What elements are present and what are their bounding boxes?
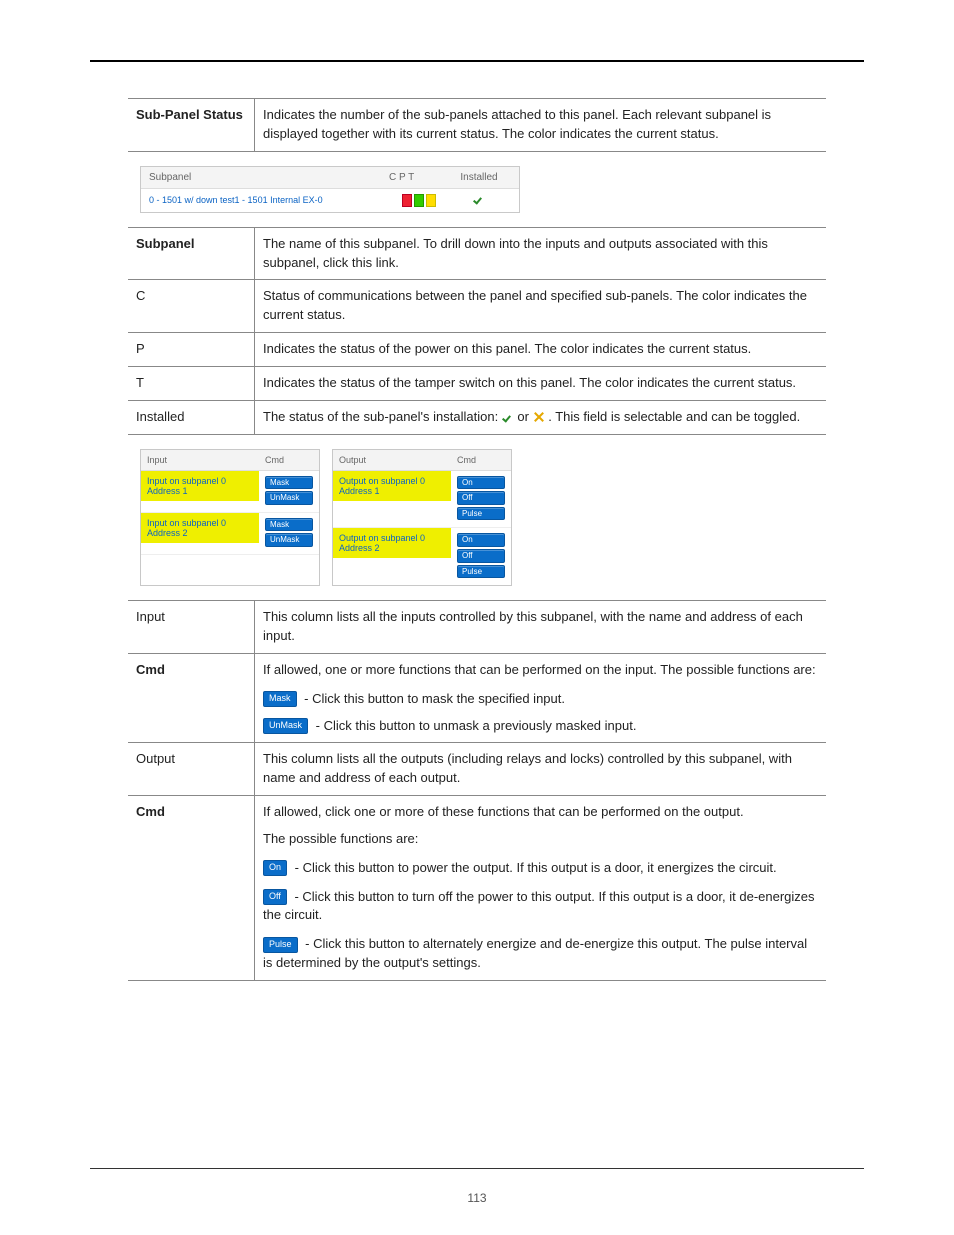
- fig1-header-installed: Installed: [449, 172, 509, 183]
- installed-desc-mid: or: [517, 409, 532, 424]
- on-button[interactable]: On: [263, 860, 287, 876]
- input-header-name: Input: [141, 450, 259, 470]
- row-p-label: P: [128, 333, 255, 367]
- row-subpanel-desc: The name of this subpanel. To drill down…: [255, 227, 827, 280]
- header-rule: [90, 60, 864, 62]
- on-button[interactable]: On: [457, 476, 505, 490]
- subpanel-status-label: Sub-Panel Status: [128, 99, 255, 152]
- subpanel-strip: Subpanel C P T Installed 0 - 1501 w/ dow…: [140, 166, 520, 213]
- row-installed-label: Installed: [128, 400, 255, 434]
- row-input-desc: This column lists all the inputs control…: [255, 601, 827, 654]
- footer-rule: [90, 1168, 864, 1169]
- output-header-cmd: Cmd: [451, 450, 511, 470]
- on-button[interactable]: On: [457, 533, 505, 547]
- cmd-out-intro: If allowed, click one or more of these f…: [263, 803, 816, 822]
- installed-check-icon[interactable]: [473, 194, 485, 204]
- output-row-2-link[interactable]: Output on subpanel 0 Address 2: [339, 533, 425, 553]
- subpanel-status-desc: Indicates the number of the sub-panels a…: [255, 99, 827, 152]
- installed-no-icon: [533, 411, 545, 423]
- installed-desc-post: . This field is selectable and can be to…: [548, 409, 800, 424]
- output-row-1-link[interactable]: Output on subpanel 0 Address 1: [339, 476, 425, 496]
- page-number: 113: [0, 1191, 954, 1205]
- pulse-button[interactable]: Pulse: [457, 507, 505, 521]
- io-figure: Input Cmd Input on subpanel 0 Address 1 …: [140, 449, 826, 587]
- installed-yes-icon: [502, 412, 514, 422]
- off-desc: - Click this button to turn off the powe…: [263, 889, 815, 923]
- off-button[interactable]: Off: [457, 549, 505, 563]
- mask-desc: - Click this button to mask the specifie…: [304, 691, 565, 706]
- output-list: Output Cmd Output on subpanel 0 Address …: [332, 449, 512, 587]
- fig1-header-cpt: C P T: [389, 172, 449, 183]
- mask-button[interactable]: Mask: [265, 476, 313, 490]
- row-cmd-out-desc: If allowed, click one or more of these f…: [255, 796, 827, 981]
- on-desc: - Click this button to power the output.…: [295, 860, 777, 875]
- row-t-desc: Indicates the status of the tamper switc…: [255, 366, 827, 400]
- cmd-in-intro: If allowed, one or more functions that c…: [263, 661, 816, 680]
- input-list: Input Cmd Input on subpanel 0 Address 1 …: [140, 449, 320, 587]
- output-header-name: Output: [333, 450, 451, 470]
- fig1-header-subpanel: Subpanel: [149, 172, 389, 183]
- row-cmd-in-label: Cmd: [128, 653, 255, 743]
- status-p-icon: [414, 194, 424, 207]
- subpanel-status-table: Sub-Panel Status Indicates the number of…: [128, 98, 826, 152]
- unmask-desc: - Click this button to unmask a previous…: [316, 718, 637, 733]
- cmd-out-intro2: The possible functions are:: [263, 830, 816, 849]
- unmask-button[interactable]: UnMask: [265, 491, 313, 505]
- row-input-label: Input: [128, 601, 255, 654]
- input-header-cmd: Cmd: [259, 450, 319, 470]
- mask-button[interactable]: Mask: [265, 518, 313, 532]
- row-t-label: T: [128, 366, 255, 400]
- mask-button[interactable]: Mask: [263, 691, 297, 707]
- row-subpanel-label: Subpanel: [128, 227, 255, 280]
- row-c-label: C: [128, 280, 255, 333]
- pulse-button[interactable]: Pulse: [263, 937, 298, 953]
- unmask-button[interactable]: UnMask: [265, 533, 313, 547]
- row-c-desc: Status of communications between the pan…: [255, 280, 827, 333]
- pulse-desc: - Click this button to alternately energ…: [263, 936, 807, 970]
- row-output-label: Output: [128, 743, 255, 796]
- row-installed-desc: The status of the sub-panel's installati…: [255, 400, 827, 434]
- io-fields-table: Input This column lists all the inputs c…: [128, 600, 826, 981]
- row-cmd-out-label: Cmd: [128, 796, 255, 981]
- row-output-desc: This column lists all the outputs (inclu…: [255, 743, 827, 796]
- off-button[interactable]: Off: [263, 889, 287, 905]
- row-cmd-in-desc: If allowed, one or more functions that c…: [255, 653, 827, 743]
- input-row-1-link[interactable]: Input on subpanel 0 Address 1: [147, 476, 226, 496]
- installed-desc-pre: The status of the sub-panel's installati…: [263, 409, 502, 424]
- status-c-icon: [402, 194, 412, 207]
- unmask-button[interactable]: UnMask: [263, 718, 308, 734]
- subpanel-link[interactable]: 0 - 1501 w/ down test1 - 1501 Internal E…: [149, 195, 323, 205]
- subpanel-fields-table: Subpanel The name of this subpanel. To d…: [128, 227, 826, 435]
- off-button[interactable]: Off: [457, 491, 505, 505]
- pulse-button[interactable]: Pulse: [457, 565, 505, 579]
- status-t-icon: [426, 194, 436, 207]
- row-p-desc: Indicates the status of the power on thi…: [255, 333, 827, 367]
- input-row-2-link[interactable]: Input on subpanel 0 Address 2: [147, 518, 226, 538]
